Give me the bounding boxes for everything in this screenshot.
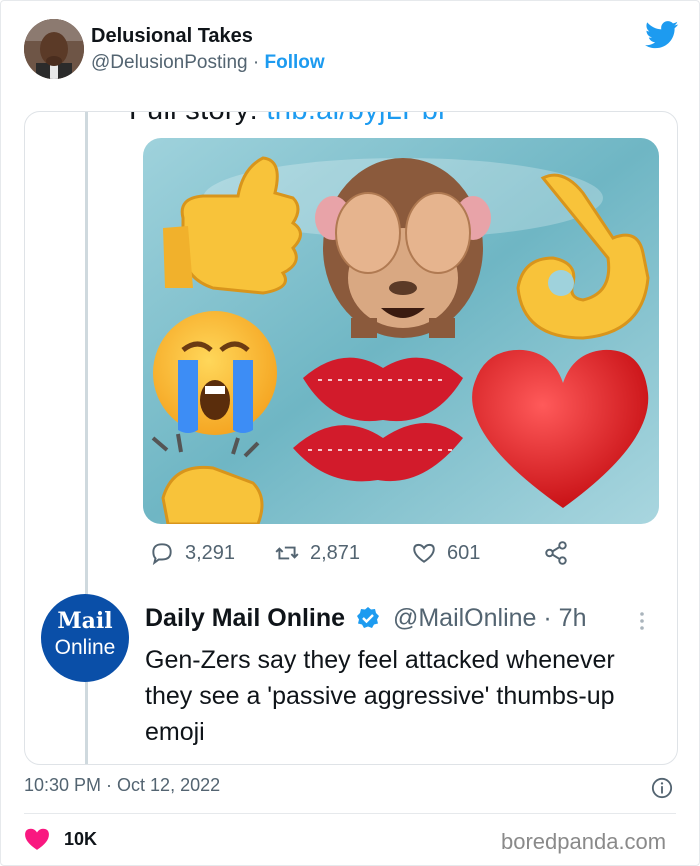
quoted-tweet-text: Gen-Zers say they feel attacked whenever… — [145, 646, 615, 746]
tweet-timestamp[interactable]: 10:30 PM · Oct 12, 2022 — [24, 775, 220, 796]
more-options-icon[interactable] — [637, 610, 647, 632]
like-count: 10K — [64, 828, 98, 849]
reply-count: 3,291 — [185, 541, 236, 564]
loudly-crying-face-icon — [153, 311, 277, 435]
screenshot-action-bar: 3,291 2,871 601 — [149, 540, 669, 570]
twitter-bird-icon[interactable] — [645, 21, 679, 49]
follow-button[interactable]: Follow — [264, 52, 324, 73]
share-icon — [545, 541, 567, 565]
like-count-screenshot: 601 — [447, 541, 481, 564]
retweet-action[interactable]: 2,871 — [274, 540, 360, 566]
logo-line-2: Online — [54, 636, 116, 659]
heart-icon[interactable] — [24, 827, 50, 851]
retweet-icon — [275, 546, 299, 560]
cropped-prefix: Full story: — [129, 112, 266, 126]
cropped-link[interactable]: trib.al/byjLPbl — [266, 112, 445, 126]
logo-line-1: Mail — [57, 608, 113, 634]
tweet-card: Delusional Takes @DelusionPosting · Foll… — [0, 0, 700, 866]
like-row[interactable]: 10K — [24, 827, 97, 851]
avatar[interactable] — [24, 19, 84, 79]
share-action[interactable] — [543, 540, 569, 566]
reply-action[interactable]: 3,291 — [149, 540, 235, 566]
daily-mail-logo[interactable]: Mail Online — [41, 594, 129, 682]
like-action[interactable]: 601 — [411, 540, 480, 566]
quoted-author-name[interactable]: Daily Mail Online — [145, 604, 345, 632]
quoted-author-row: Daily Mail Online @MailOnline · 7h — [145, 604, 586, 633]
retweet-count: 2,871 — [310, 541, 361, 564]
quoted-author-handle[interactable]: @MailOnline · 7h — [393, 604, 587, 632]
separator-dot: · — [252, 52, 260, 73]
emoji-collage-image — [143, 138, 659, 524]
like-outline-icon — [413, 543, 435, 563]
author-handle-line: @DelusionPosting · Follow — [91, 52, 325, 74]
verified-badge-icon — [357, 607, 380, 628]
boredpanda-watermark: boredpanda.com — [501, 829, 667, 854]
reply-icon — [152, 543, 172, 566]
author-name[interactable]: Delusional Takes — [91, 25, 253, 48]
divider — [24, 813, 676, 814]
author-handle[interactable]: @DelusionPosting — [91, 52, 248, 73]
cropped-story-line: Full story: trib.al/byjLPbl — [129, 112, 445, 127]
embedded-screenshot[interactable]: Full story: trib.al/byjLPbl — [24, 111, 678, 765]
info-icon[interactable] — [651, 777, 673, 799]
